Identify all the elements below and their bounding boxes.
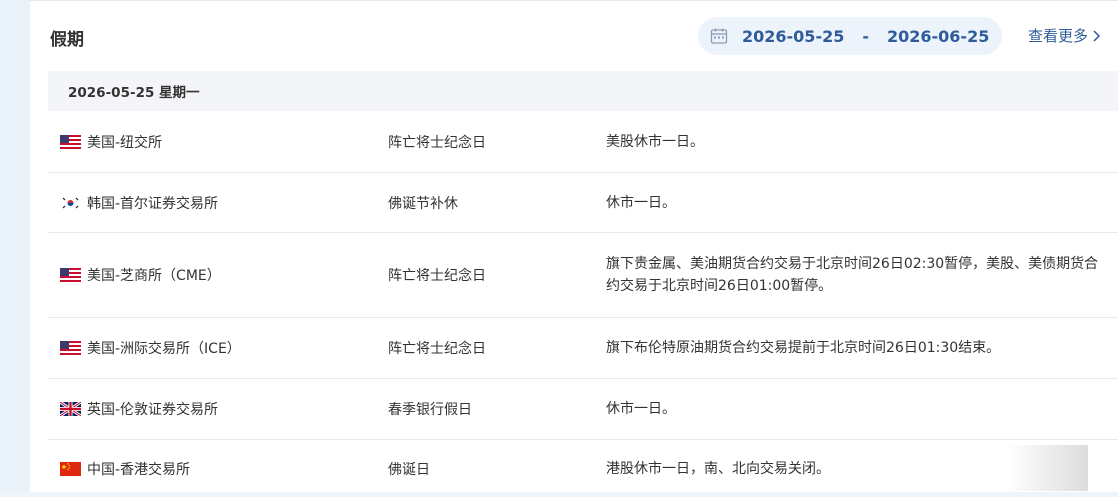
view-more-label: 查看更多 [1028, 27, 1089, 45]
date-separator: - [862, 26, 869, 46]
kr-flag-icon [60, 195, 81, 210]
holiday-description: 旗下布伦特原油期货合约交易提前于北京时间26日01:30结束。 [606, 340, 1001, 356]
start-date[interactable]: 2026-05-25 [742, 27, 844, 46]
holiday-panel: 假期 2026-05-25 - 2026-06-25 查看更多 2026-05-… [30, 0, 1118, 492]
holiday-name: 佛诞日 [388, 461, 430, 478]
us-flag-icon [60, 341, 81, 355]
exchange-name: 中国-香港交易所 [87, 461, 191, 478]
exchange-name: 美国-芝商所（CME） [87, 268, 221, 284]
holiday-name: 阵亡将士纪念日 [388, 134, 486, 151]
holiday-name: 春季银行假日 [388, 402, 472, 418]
day-header-label: 2026-05-25 星期一 [68, 85, 200, 101]
holiday-description: 美股休市一日。 [606, 133, 704, 150]
page-title: 假期 [50, 30, 84, 50]
date-range-picker[interactable]: 2026-05-25 - 2026-06-25 [698, 17, 1002, 55]
calendar-icon [710, 28, 728, 44]
scroll-fade-overlay [1008, 445, 1088, 491]
chevron-right-icon [1093, 29, 1101, 42]
exchange-cell: 美国-芝商所（CME） [48, 265, 388, 285]
exchange-cell: 韩国-首尔证券交易所 [48, 193, 388, 213]
holiday-description: 休市一日。 [606, 401, 676, 417]
end-date[interactable]: 2026-06-25 [887, 27, 989, 46]
us-flag-icon [60, 268, 81, 282]
holiday-name: 佛诞节补休 [388, 195, 458, 212]
exchange-cell: 中国-香港交易所 [48, 459, 388, 479]
holiday-name: 阵亡将士纪念日 [388, 341, 486, 357]
table-row: 美国-芝商所（CME） 阵亡将士纪念日 旗下贵金属、美油期货合约交易于北京时间2… [48, 233, 1118, 318]
exchange-cell: 美国-洲际交易所（ICE） [48, 338, 388, 358]
us-flag-icon [60, 134, 81, 149]
exchange-name: 韩国-首尔证券交易所 [87, 195, 219, 212]
exchange-cell: 美国-纽交所 [48, 132, 388, 152]
view-more-link[interactable]: 查看更多 [1028, 25, 1102, 46]
table-row: 韩国-首尔证券交易所 佛诞节补休 休市一日。 [48, 173, 1118, 233]
day-header: 2026-05-25 星期一 [48, 71, 1118, 111]
left-background [0, 0, 30, 491]
exchange-name: 英国-伦敦证券交易所 [87, 402, 219, 418]
holiday-list: 美国-纽交所 阵亡将士纪念日 美股休市一日。 韩国-首尔证券交易所 佛诞节补休 [48, 111, 1118, 497]
table-row: 英国-伦敦证券交易所 春季银行假日 休市一日。 [48, 379, 1118, 440]
exchange-cell: 英国-伦敦证券交易所 [48, 399, 388, 419]
exchange-name: 美国-纽交所 [87, 134, 163, 151]
uk-flag-icon [60, 402, 81, 416]
cn-flag-icon [60, 461, 81, 476]
exchange-name: 美国-洲际交易所（ICE） [87, 341, 241, 357]
table-row: 美国-洲际交易所（ICE） 阵亡将士纪念日 旗下布伦特原油期货合约交易提前于北京… [48, 318, 1118, 379]
table-row: 中国-香港交易所 佛诞日 港股休市一日，南、北向交易关闭。 [48, 440, 1118, 497]
table-row: 美国-纽交所 阵亡将士纪念日 美股休市一日。 [48, 111, 1118, 173]
panel-header: 假期 2026-05-25 - 2026-06-25 查看更多 [30, 1, 1118, 71]
holiday-description: 旗下贵金属、美油期货合约交易于北京时间26日02:30暂停，美股、美债期货合约交… [606, 256, 1099, 294]
holiday-description: 休市一日。 [606, 194, 676, 211]
holiday-name: 阵亡将士纪念日 [388, 268, 486, 284]
